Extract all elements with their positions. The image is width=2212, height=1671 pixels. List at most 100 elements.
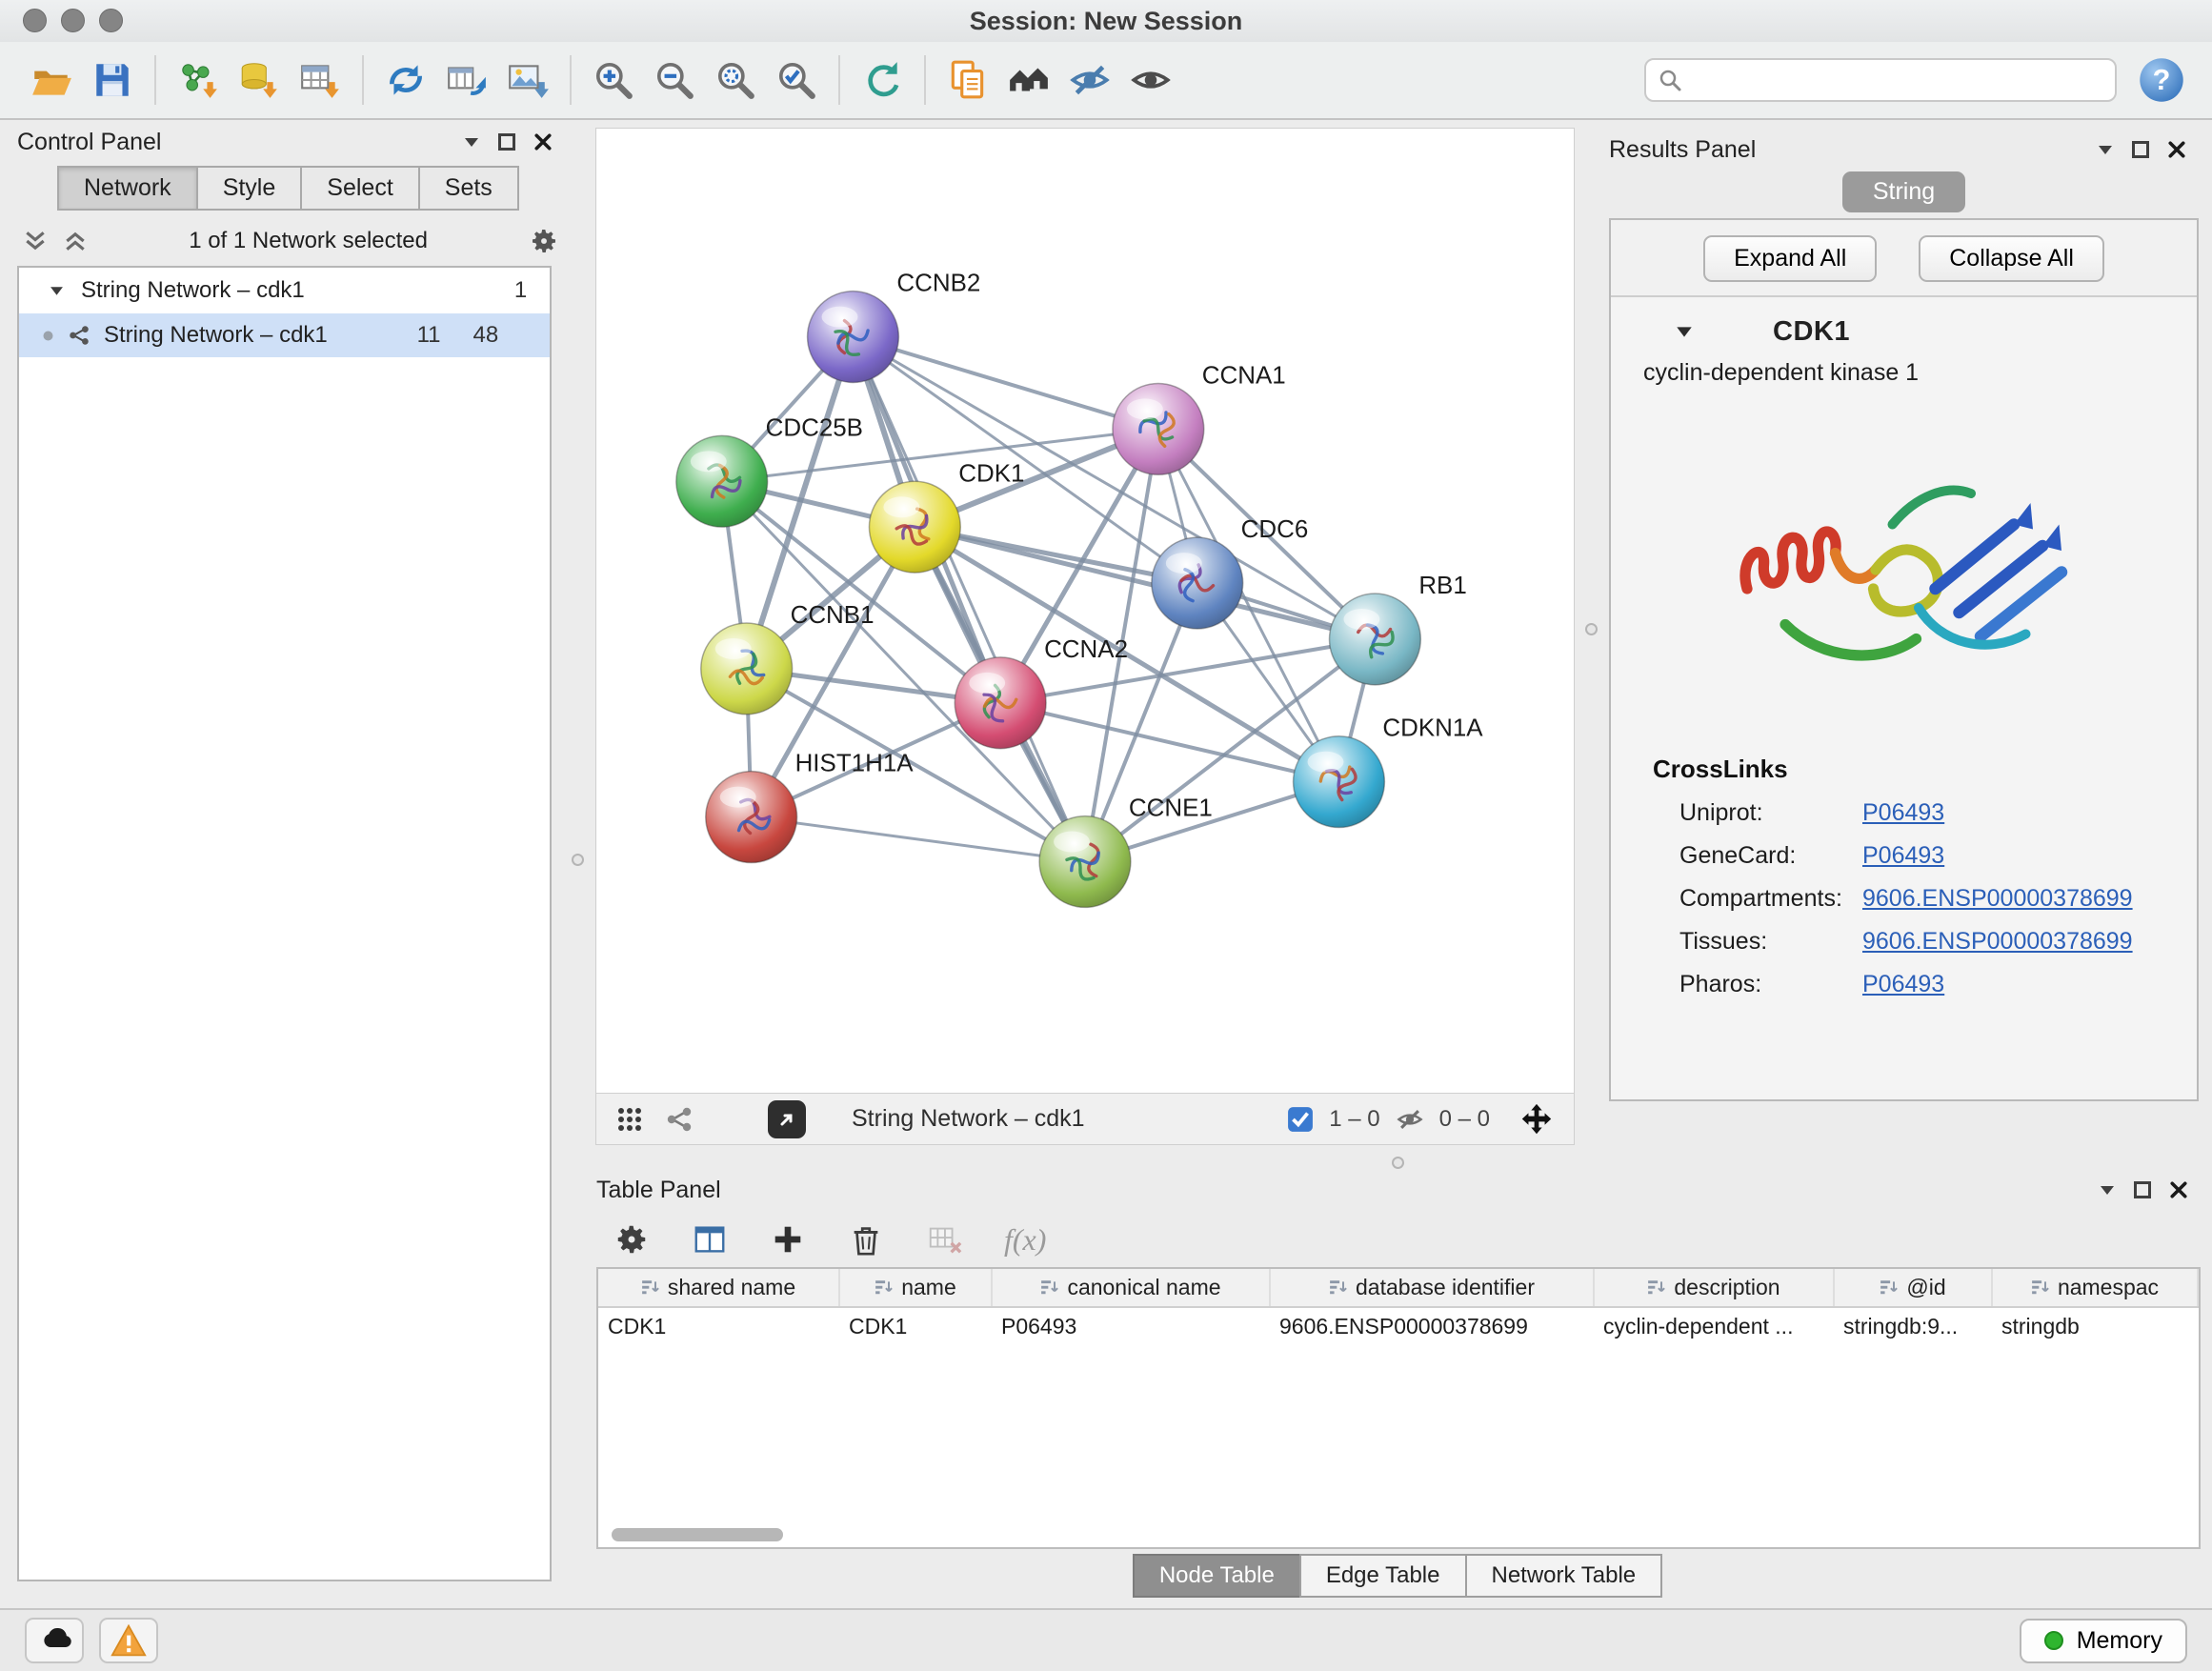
memory-button[interactable]: Memory [2020, 1619, 2187, 1663]
splitter-handle[interactable] [1585, 623, 1598, 635]
add-column-button[interactable] [770, 1221, 806, 1258]
export-table-button[interactable] [436, 49, 497, 111]
network-node-ccna1[interactable]: CCNA1 [1113, 362, 1286, 474]
show-columns-button[interactable] [692, 1221, 728, 1258]
panel-float-button[interactable] [2132, 141, 2149, 158]
tab-edge-table[interactable]: Edge Table [1299, 1554, 1467, 1598]
network-node-hist1h1a[interactable]: HIST1H1A [706, 751, 914, 863]
expand-all-button[interactable] [63, 229, 88, 253]
panel-menu-button[interactable] [2100, 1185, 2115, 1196]
tab-node-table[interactable]: Node Table [1133, 1554, 1301, 1598]
column-header-name[interactable]: name [839, 1269, 992, 1307]
collapse-all-button[interactable] [23, 229, 48, 253]
panel-close-button[interactable] [2170, 1181, 2187, 1198]
detach-view-button[interactable] [768, 1100, 806, 1138]
cell-canonical-name[interactable]: P06493 [992, 1307, 1270, 1345]
gene-section-header[interactable]: CDK1 [1611, 297, 2197, 352]
save-session-button[interactable] [82, 49, 143, 111]
crosslink-tissues[interactable]: 9606.ENSP00000378699 [1862, 928, 2133, 956]
column-header-description[interactable]: description [1594, 1269, 1834, 1307]
column-header-database-identifier[interactable]: database identifier [1270, 1269, 1594, 1307]
network-node-rb1[interactable]: RB1 [1330, 573, 1467, 685]
import-network-database-button[interactable] [229, 49, 290, 111]
network-edge[interactable] [853, 337, 1085, 862]
column-header-namespace[interactable]: namespac [1992, 1269, 2198, 1307]
cell-id[interactable]: stringdb:9... [1834, 1307, 1992, 1345]
network-node-ccnb1[interactable]: CCNB1 [701, 602, 875, 715]
cell-description[interactable]: cyclin-dependent ... [1594, 1307, 1834, 1345]
panel-menu-button[interactable] [464, 137, 479, 148]
column-header-id[interactable]: @id [1834, 1269, 1992, 1307]
cell-namespace[interactable]: stringdb [1992, 1307, 2198, 1345]
splitter-handle[interactable] [1392, 1157, 1404, 1169]
zoom-out-button[interactable] [644, 49, 705, 111]
table-options-button[interactable] [613, 1221, 650, 1258]
network-node-cdkn1a[interactable]: CDKN1A [1294, 715, 1484, 828]
open-session-button[interactable] [21, 49, 82, 111]
panel-close-button[interactable] [2168, 141, 2185, 158]
sphere-highlight [822, 307, 858, 328]
results-tab-string[interactable]: String [1842, 171, 1965, 212]
houses-button[interactable] [998, 49, 1059, 111]
tab-sets[interactable]: Sets [418, 166, 519, 211]
cell-name[interactable]: CDK1 [839, 1307, 992, 1345]
export-image-button[interactable] [497, 49, 558, 111]
column-header-canonical-name[interactable]: canonical name [992, 1269, 1270, 1307]
table-row[interactable]: CDK1 CDK1 P06493 9606.ENSP00000378699 cy… [598, 1307, 2198, 1345]
network-edge[interactable] [752, 817, 1085, 862]
column-header-shared-name[interactable]: shared name [598, 1269, 839, 1307]
import-network-file-button[interactable] [168, 49, 229, 111]
expand-all-results-button[interactable]: Expand All [1703, 235, 1877, 282]
network-view-canvas[interactable]: CCNB2CCNA1CDC25BCDK1CDC6RB1CCNB1CCNA2CDK… [595, 128, 1575, 1094]
crosslink-compartments[interactable]: 9606.ENSP00000378699 [1862, 885, 2133, 913]
network-edge[interactable] [915, 527, 1375, 639]
birds-eye-view-button[interactable] [615, 1105, 644, 1134]
horizontal-scrollbar[interactable] [612, 1528, 783, 1541]
panel-close-button[interactable] [534, 133, 552, 151]
collapse-all-results-button[interactable]: Collapse All [1919, 235, 2104, 282]
network-overview-button[interactable] [665, 1105, 694, 1134]
window-minimize-button[interactable] [61, 9, 85, 32]
cloud-button[interactable] [25, 1618, 84, 1663]
tab-network[interactable]: Network [57, 166, 198, 211]
tab-select[interactable]: Select [300, 166, 419, 211]
help-button[interactable]: ? [2138, 53, 2191, 107]
tab-style[interactable]: Style [196, 166, 303, 211]
refresh-button[interactable] [852, 49, 913, 111]
zoom-fit-button[interactable] [705, 49, 766, 111]
fit-selected-button[interactable] [1518, 1101, 1555, 1137]
network-row-selected[interactable]: String Network – cdk1 11 48 [19, 313, 550, 357]
network-node-ccne1[interactable]: CCNE1 [1039, 795, 1213, 908]
crosslink-genecard[interactable]: P06493 [1862, 842, 1944, 870]
panel-float-button[interactable] [498, 133, 515, 151]
tab-network-table[interactable]: Network Table [1465, 1554, 1663, 1598]
network-node-cdk1[interactable]: CDK1 [869, 460, 1024, 573]
horizontal-splitter[interactable] [584, 1157, 2212, 1168]
new-network-from-selection-button[interactable] [375, 49, 436, 111]
delete-column-button[interactable] [848, 1221, 884, 1258]
vertical-splitter[interactable] [1575, 120, 1609, 1157]
search-input[interactable] [1692, 67, 2103, 94]
panel-menu-button[interactable] [2098, 145, 2113, 155]
network-options-button[interactable] [529, 226, 559, 256]
cell-database-identifier[interactable]: 9606.ENSP00000378699 [1270, 1307, 1594, 1345]
zoom-selected-button[interactable] [766, 49, 827, 111]
crosslink-pharos[interactable]: P06493 [1862, 971, 1944, 998]
left-splitter[interactable] [573, 120, 584, 1608]
show-graphics-button[interactable] [1120, 49, 1181, 111]
warnings-button[interactable] [99, 1618, 158, 1663]
network-collection-row[interactable]: String Network – cdk1 1 [19, 268, 550, 313]
network-edge[interactable] [853, 337, 1157, 430]
node-count: 11 [417, 322, 441, 349]
crosslink-uniprot[interactable]: P06493 [1862, 799, 1944, 827]
zoom-in-button[interactable] [583, 49, 644, 111]
window-close-button[interactable] [23, 9, 47, 32]
cell-shared-name[interactable]: CDK1 [598, 1307, 839, 1345]
copy-document-button[interactable] [937, 49, 998, 111]
network-edge[interactable] [1000, 703, 1338, 782]
splitter-handle[interactable] [572, 854, 584, 866]
panel-float-button[interactable] [2134, 1181, 2151, 1198]
hide-graphics-button[interactable] [1059, 49, 1120, 111]
import-table-file-button[interactable] [290, 49, 351, 111]
window-zoom-button[interactable] [99, 9, 123, 32]
